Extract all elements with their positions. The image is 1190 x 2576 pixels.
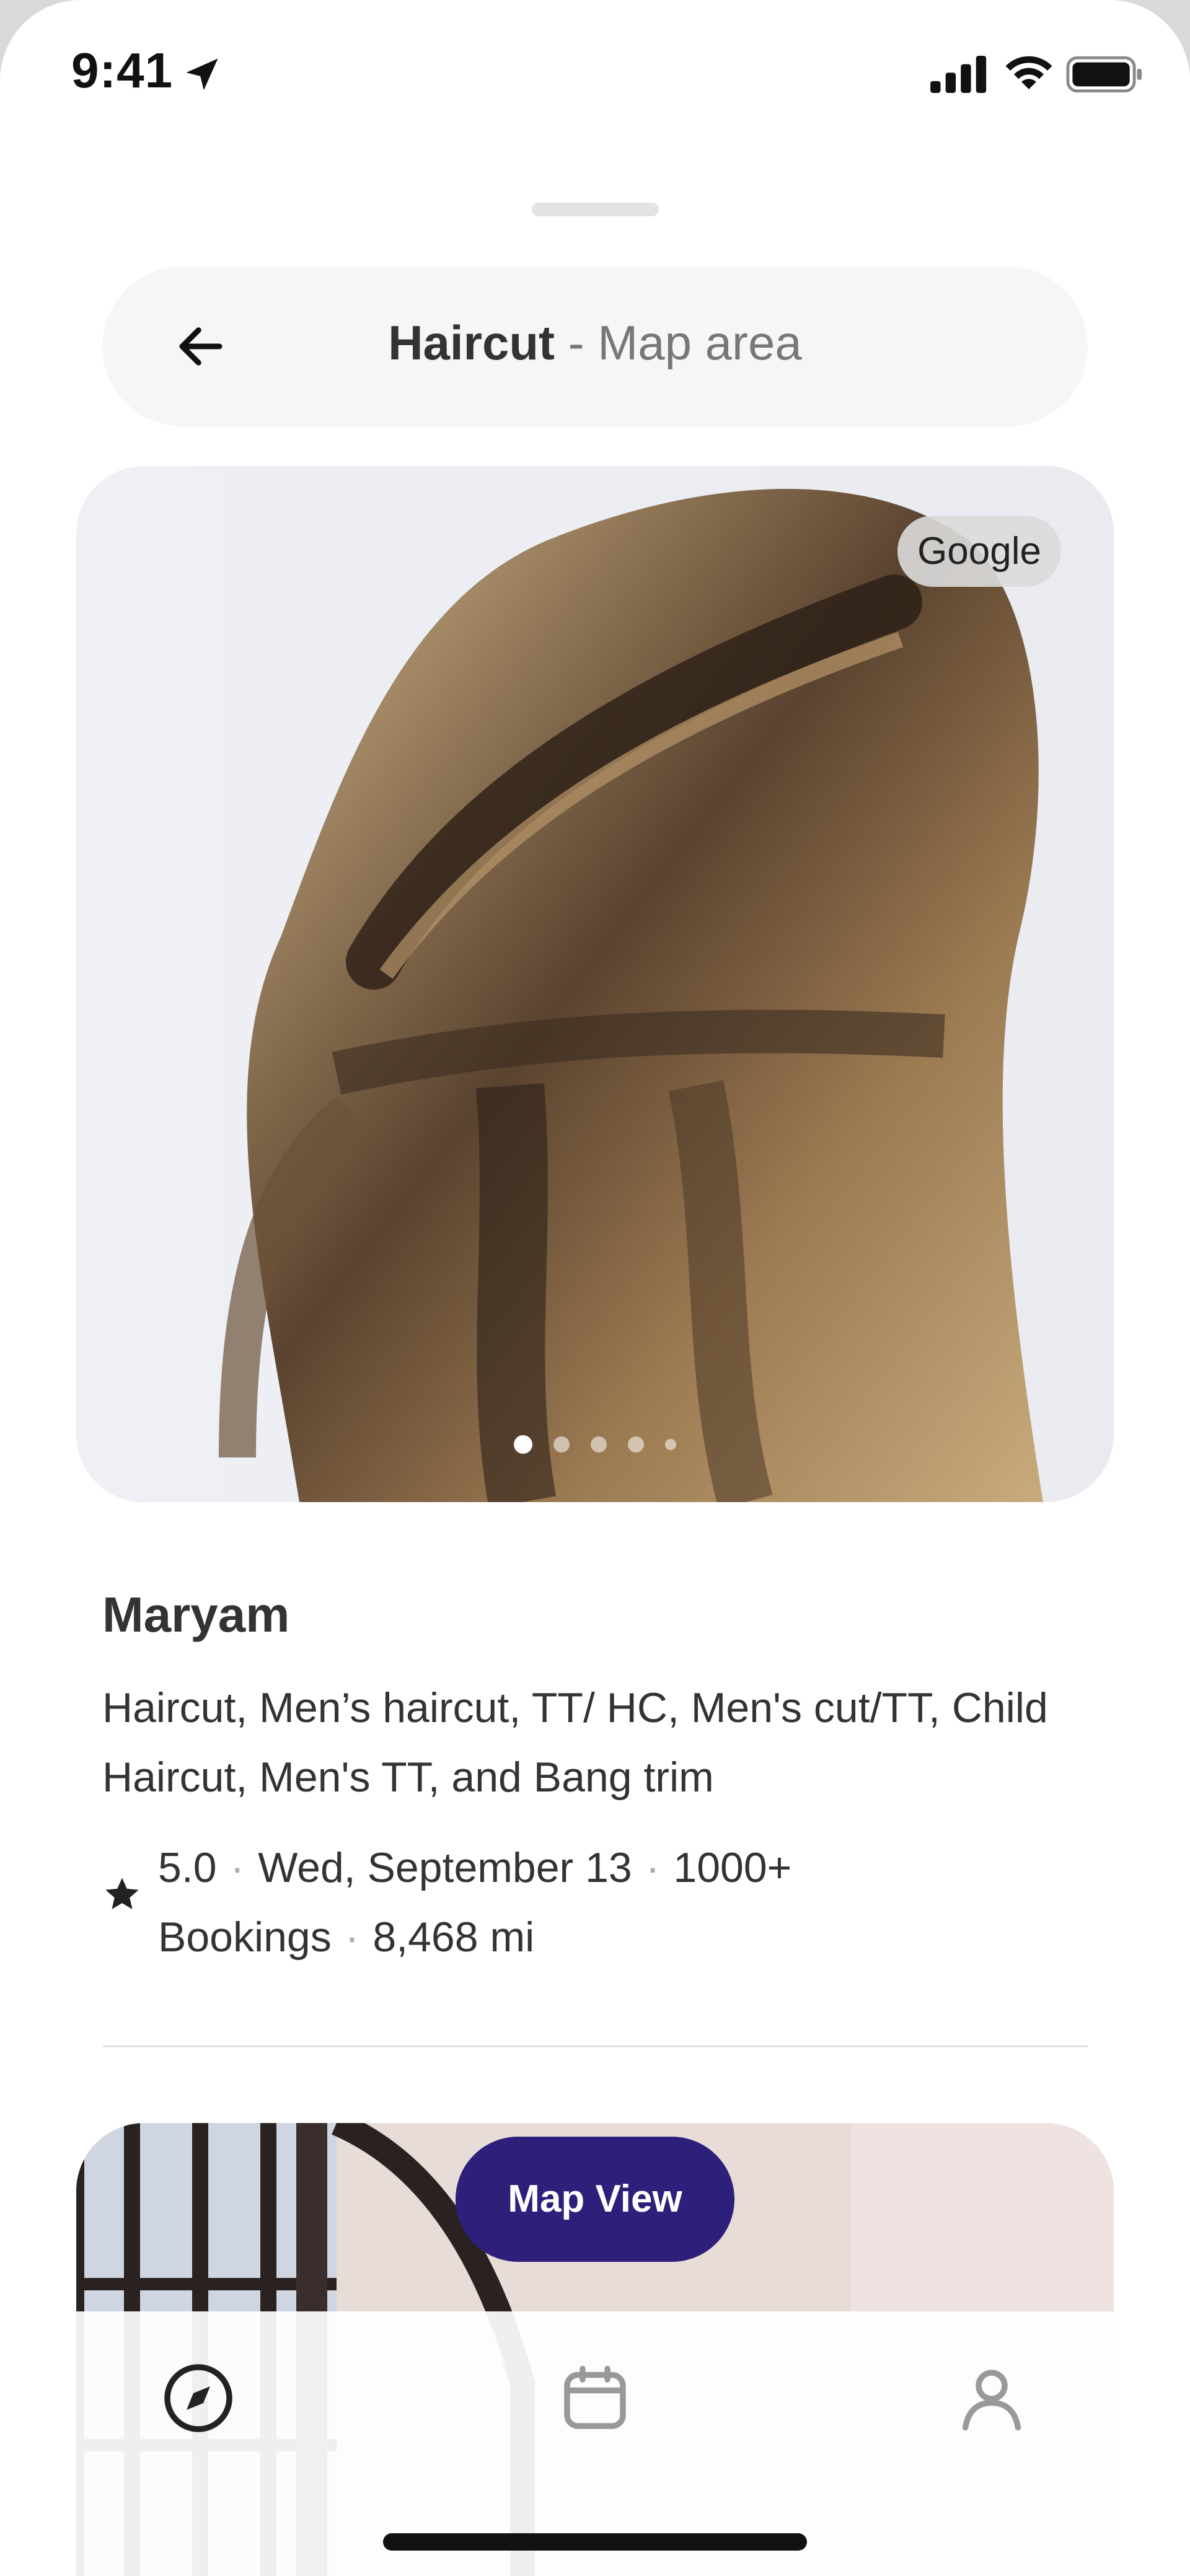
carousel-dot[interactable] [514,1435,532,1454]
distance: 8,468 mi [372,1914,535,1961]
search-title: Haircut - Map area [102,315,1088,371]
divider [102,2045,1088,2047]
compass-icon [164,2364,232,2432]
services-list: Haircut, Men’s haircut, TT/ HC, Men's cu… [102,1684,1048,1801]
meta-separator: · [345,1914,359,1961]
sheet-grabber[interactable] [532,203,659,216]
meta-separator: · [645,1844,660,1891]
hair-photo [76,466,1114,1502]
photo-source-badge: Google [897,516,1061,587]
tab-explore[interactable] [158,2358,239,2438]
person-icon [962,2370,1021,2431]
listing-photo-carousel[interactable]: Google [76,466,1114,1502]
listing-meta: 5.0 · Wed, September 13 · 1000+ Bookings · 8,4… [158,1833,964,1972]
search-scope: - Map area [568,315,802,370]
battery-icon [1066,56,1142,93]
next-availability: Wed, September 13 [258,1844,632,1891]
home-indicator[interactable] [383,2533,807,2551]
search-query: Haircut [388,315,555,370]
status-bar: 9:41 [0,0,1190,149]
tab-appointments[interactable] [555,2358,635,2438]
carousel-pagination[interactable] [76,1435,1114,1454]
tab-profile[interactable] [951,2358,1032,2438]
wifi-icon [1005,56,1052,89]
carousel-dot[interactable] [553,1436,570,1453]
meta-separator: · [230,1844,245,1891]
status-time: 9:41 [71,43,174,98]
carousel-dot[interactable] [665,1439,676,1450]
provider-name[interactable]: Maryam [102,1586,289,1643]
search-bar[interactable]: Haircut - Map area [102,266,1088,426]
location-arrow-icon [186,58,218,90]
bottom-sheet: 9:41 Haircut - Map area Google Maryam Ha… [0,0,1190,2576]
carousel-dot[interactable] [591,1436,607,1453]
map-view-button[interactable]: Map View [456,2137,734,2262]
carousel-dot[interactable] [628,1436,644,1453]
cellular-signal-icon [930,56,987,93]
calendar-icon [564,2365,626,2429]
star-icon [105,1878,139,1909]
rating-value: 5.0 [158,1844,217,1891]
